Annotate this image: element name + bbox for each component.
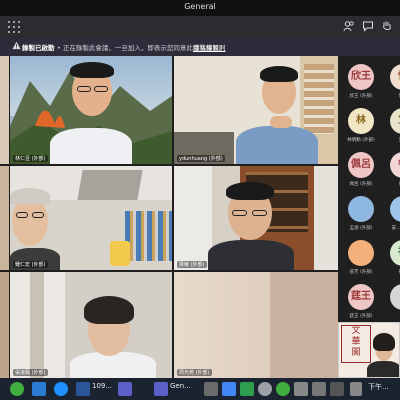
- recording-status: 錄製已啟動: [22, 44, 55, 52]
- participant-avatar[interactable]: 莛王: [348, 284, 374, 310]
- edge-icon[interactable]: [54, 382, 68, 396]
- participant-name: 林仁昱 (外部): [13, 155, 48, 162]
- participant-avatar-name: 孟涵 (外部): [349, 226, 373, 231]
- participant-avatar-name: 睿...: [388, 181, 400, 187]
- participant-avatar[interactable]: 佩呂: [348, 152, 374, 178]
- video-tile-partial: [0, 272, 9, 378]
- participant-avatar[interactable]: 欣王: [348, 64, 374, 90]
- video-tile-partial: [0, 56, 9, 164]
- participant-avatar[interactable]: [348, 240, 374, 266]
- participants-icon[interactable]: [342, 20, 356, 34]
- participant-avatar-name: 怡...: [388, 93, 400, 99]
- participant-avatar[interactable]: 怡: [390, 64, 400, 90]
- teams-icon[interactable]: [154, 382, 168, 396]
- participant-avatar[interactable]: 宜: [390, 108, 400, 134]
- word-icon[interactable]: [76, 382, 90, 396]
- tray-icon[interactable]: [222, 382, 236, 396]
- participant-avatar-name: 莛王 (外部): [349, 314, 373, 319]
- participant-avatar[interactable]: [348, 196, 374, 222]
- video-tile: 林仁昱 (外部): [10, 56, 172, 164]
- tray-icon[interactable]: [258, 382, 272, 396]
- participant-name: ydunhuang (外部): [177, 155, 225, 162]
- participant-avatar[interactable]: 睿: [390, 152, 400, 178]
- video-tile-partial: [0, 166, 9, 270]
- recording-banner: 錄製已啟動 • 正在錄製此會議，一旦加入，即表示您同意此會議錄製。 隱私權原則: [0, 38, 400, 56]
- participant-avatar[interactable]: 林: [348, 108, 374, 134]
- tray-icon[interactable]: [330, 382, 344, 396]
- privacy-policy-link[interactable]: 隱私權原則: [193, 42, 226, 52]
- participant-avatar-name: 晉芳 (外部): [349, 270, 373, 275]
- warning-icon: [12, 41, 22, 51]
- call-toolbar: [0, 16, 400, 38]
- grid-menu-icon[interactable]: [8, 21, 20, 33]
- tray-icon[interactable]: [312, 382, 326, 396]
- participant-avatar[interactable]: [390, 284, 400, 310]
- participant-avatar[interactable]: 祐: [390, 240, 400, 266]
- video-tile: 周光苑 (外部): [174, 272, 338, 378]
- window-titlebar: General: [0, 0, 400, 16]
- video-tile: 鍾仁宏 (外部): [10, 166, 172, 270]
- clock[interactable]: 下午...: [368, 382, 389, 392]
- video-tile: 張淑鳳 (外部): [10, 272, 172, 378]
- teams-chat-icon[interactable]: [118, 382, 132, 396]
- participant-name: 張淑鳳 (外部): [13, 369, 48, 376]
- video-tile: 梁敏 (外部): [174, 166, 338, 270]
- taskbar: 109... Gen... 下午...: [0, 378, 400, 400]
- line-icon[interactable]: [276, 382, 290, 396]
- tray-icon[interactable]: [204, 382, 218, 396]
- mail-icon[interactable]: [32, 382, 46, 396]
- participant-name: 梁敏 (外部): [177, 261, 207, 268]
- tray-icon[interactable]: [294, 382, 308, 396]
- participant-avatar-name: 佩呂 (外部): [349, 182, 373, 187]
- wechat-icon[interactable]: [10, 382, 24, 396]
- reactions-icon[interactable]: [380, 20, 394, 34]
- participant-avatar-name: 安... (外部): [391, 226, 400, 231]
- tray-icon[interactable]: [240, 382, 254, 396]
- window-title: General: [184, 2, 216, 11]
- participant-avatar-name: 林明勳 (外部): [347, 138, 375, 143]
- participant-avatar-name: 欣王 (外部): [349, 94, 373, 99]
- chat-icon[interactable]: [361, 20, 375, 34]
- participant-name: 鍾仁宏 (外部): [13, 261, 48, 268]
- video-tile: ydunhuang (外部): [174, 56, 338, 164]
- network-icon[interactable]: [350, 382, 362, 396]
- word-task-label[interactable]: 109...: [92, 382, 112, 390]
- teams-task-label[interactable]: Gen...: [170, 382, 191, 390]
- participant-name: 周光苑 (外部): [177, 369, 212, 376]
- self-view-tile: 文華閣: [338, 322, 400, 378]
- participant-avatar-name: 祐...: [388, 269, 400, 275]
- participant-avatar-name: 宜...: [388, 137, 400, 143]
- participant-avatar[interactable]: [390, 196, 400, 222]
